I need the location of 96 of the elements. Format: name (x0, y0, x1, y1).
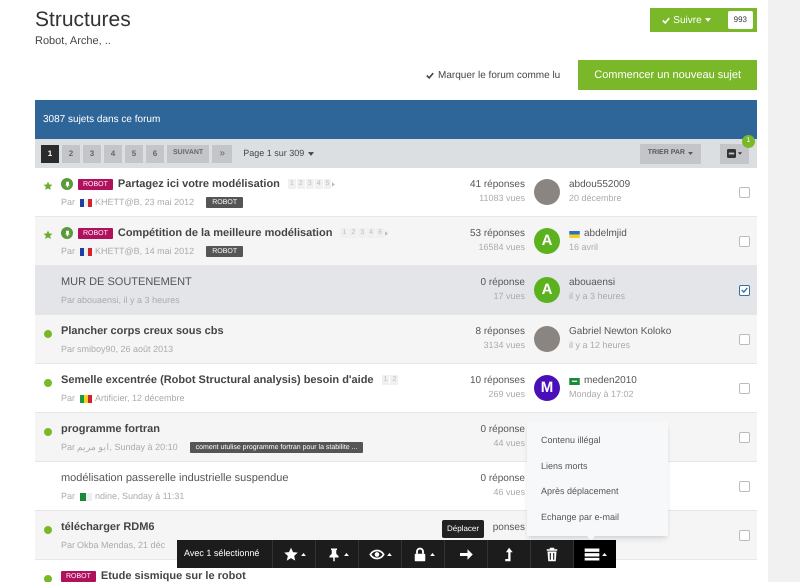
reply-count: 41 réponses (470, 178, 525, 192)
view-count: 11083 vues (479, 192, 525, 205)
by-label: Par (61, 294, 76, 307)
by-label: Par (61, 539, 76, 552)
last-post-date: il y a 12 heures (569, 339, 632, 352)
reply-count: 53 réponses (470, 227, 525, 241)
view-count: 269 vues (488, 388, 525, 401)
topic-title-link[interactable]: télécharger RDM6 (61, 518, 155, 536)
view-count: 16584 vues (478, 241, 525, 254)
checkbox[interactable] (738, 284, 750, 296)
checkbox[interactable] (738, 432, 750, 442)
user-avatar: M (534, 375, 560, 401)
caret-icon (738, 152, 742, 155)
filter-button[interactable] (720, 144, 749, 164)
trash-icon (544, 546, 560, 562)
view-count: 17 vues (493, 290, 525, 303)
topic-title-link[interactable]: Semelle excentrée (Robot Structural analysis) besoin d'aide (61, 372, 374, 388)
by-label: Par (61, 490, 76, 503)
last-poster-link[interactable]: abdou552009 (569, 178, 630, 192)
last-post-date: 16 avril (569, 241, 600, 254)
caret-icon (344, 552, 348, 556)
checkbox[interactable] (738, 334, 750, 344)
by-label: Par (61, 196, 76, 209)
last-page-button[interactable]: » (212, 144, 232, 162)
topic-title-link[interactable]: programme fortran (61, 420, 160, 438)
view-count: 44 vues (493, 437, 525, 450)
reply-count: 0 réponse (480, 276, 525, 290)
avatar-photo-placeholder (534, 326, 560, 352)
caret-icon (704, 18, 711, 22)
page-button[interactable]: 4 (104, 144, 122, 162)
last-post-date: 20 décembre (569, 192, 623, 205)
eye-icon (368, 546, 384, 562)
minus-square-icon (727, 149, 736, 158)
topic-title-link[interactable]: Compétition de la meilleure modélisation (118, 224, 332, 242)
checkbox[interactable] (738, 236, 750, 246)
reply-count: ponses (492, 521, 525, 535)
topic-title-link[interactable]: Etude sismique sur le robot (100, 568, 246, 582)
caret-icon (300, 552, 306, 556)
arrow-right-icon (458, 546, 474, 562)
view-count: 3134 vues (483, 339, 525, 352)
mark-read-link[interactable]: Marquer le forum comme lu (426, 68, 560, 82)
checkbox[interactable] (738, 480, 750, 492)
reply-count: 0 réponse (480, 423, 525, 437)
caret-icon (430, 552, 434, 556)
stack-icon (584, 546, 600, 562)
author-date: smiboy90, 26 août 2013 (77, 343, 174, 356)
last-poster-link[interactable]: Gabriel Newton Koloko (569, 325, 672, 339)
author-date: ndine, Sunday à 11:31 (95, 490, 184, 503)
topics-banner: 3087 sujets dans ce forum (35, 100, 757, 139)
caret-icon (602, 552, 606, 556)
menu-item[interactable]: Après déplacement (527, 479, 668, 504)
last-poster-link[interactable]: abdelmjid (584, 227, 627, 241)
follow-button[interactable]: Suivre 993 (650, 8, 757, 32)
author-date: ابو مريم, Sunday à 20:10 (77, 441, 178, 454)
user-avatar: A (534, 277, 560, 303)
last-post-date: Monday à 17:02 (569, 388, 635, 401)
by-label: Par (61, 245, 76, 258)
follower-count: 993 (728, 11, 753, 29)
forum-subtitle: Robot, Arche, .. (35, 34, 112, 48)
caret-icon (386, 552, 392, 556)
checkbox[interactable] (738, 530, 750, 540)
tooltip: Déplacer (442, 520, 484, 538)
topic-title-link[interactable]: Partagez ici votre modélisation (118, 176, 280, 192)
forum-title: Structures (35, 7, 131, 33)
user-avatar: A (534, 228, 560, 254)
author-date: KHETT@B, 14 mai 2012 (95, 245, 194, 258)
check-icon (426, 72, 434, 78)
star-icon (282, 546, 298, 562)
last-poster-link[interactable]: abouaensi (569, 276, 616, 290)
check-icon (662, 16, 670, 24)
topic-title-link[interactable]: modélisation passerelle industrielle suspendue (61, 470, 288, 486)
selection-count: Avec 1 sélectionné (183, 547, 260, 560)
menu-item[interactable]: Echange par e-mail (527, 504, 668, 530)
menu-item[interactable]: Contenu illégal (527, 428, 668, 454)
view-count: 46 vues (493, 486, 525, 499)
author-date: KHETT@B, 23 mai 2012 (95, 196, 194, 209)
reply-count: 0 réponse (480, 472, 525, 486)
menu-button[interactable] (573, 540, 616, 568)
caret-icon (308, 152, 314, 156)
reply-count: 8 réponses (476, 325, 525, 339)
topic-title-link[interactable]: Plancher corps creux sous cbs (61, 322, 224, 340)
checkbox[interactable] (738, 382, 750, 394)
by-label: Par (61, 441, 76, 454)
menu-item[interactable]: Liens morts (527, 454, 668, 479)
author-date: Artificier, 12 décembre (95, 392, 185, 405)
author-date: Okba Mendas, 21 déc (77, 539, 166, 552)
topic-title-link[interactable]: MUR DE SOUTENEMENT (61, 274, 192, 290)
checkbox[interactable] (738, 186, 750, 198)
reply-count: 10 réponses (470, 374, 525, 388)
last-poster-link[interactable]: meden2010 (584, 374, 637, 388)
avatar-photo-placeholder (534, 179, 560, 205)
caret-icon (688, 152, 693, 155)
by-label: Par (61, 343, 76, 356)
page-jump-dropdown[interactable]: Page 1 sur 309 (243, 146, 314, 160)
page-button[interactable]: 1 (41, 144, 59, 162)
by-label: Par (61, 392, 76, 405)
